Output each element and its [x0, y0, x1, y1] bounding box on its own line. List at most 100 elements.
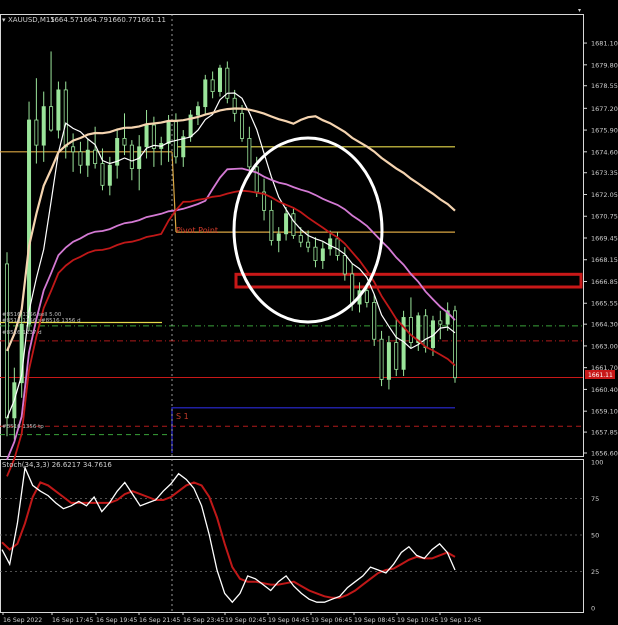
candle-body	[5, 263, 10, 419]
price-tick-label: 1659.10	[591, 408, 618, 416]
candle-body	[195, 106, 200, 116]
candle-body	[85, 149, 90, 166]
price-tick-label: 1664.30	[591, 321, 618, 329]
candle-body	[416, 315, 421, 343]
order-label-3: #8516 1237 d	[2, 330, 42, 336]
candle-body	[34, 119, 39, 146]
candle-body	[173, 121, 178, 158]
candle-body	[63, 89, 68, 148]
time-tick-label: 19 Sep 08:45	[354, 617, 395, 624]
order-label-4: #8516 1356 tp	[2, 424, 44, 430]
price-tick-label: 1660.40	[591, 386, 618, 394]
candle-body	[100, 163, 105, 186]
candle-body	[364, 290, 369, 303]
red-zone-box	[234, 272, 583, 289]
candle-body	[78, 151, 83, 166]
price-tick-label: 1674.60	[591, 148, 618, 156]
time-tick-label: 16 Sep 2022	[3, 617, 42, 624]
close-icon[interactable]: ▾	[578, 7, 581, 14]
time-tick-label: 19 Sep 04:45	[268, 617, 309, 624]
candle-body	[320, 248, 325, 261]
pivot-step	[171, 151, 177, 233]
price-tick-label: 1666.85	[591, 278, 618, 286]
stoch-level-label: 50	[591, 532, 599, 540]
candle-body	[181, 136, 186, 158]
candle-body	[306, 241, 311, 248]
candle-body	[93, 149, 98, 164]
price-tick-label: 1665.55	[591, 300, 618, 308]
candle-body	[394, 342, 399, 370]
candle-body	[379, 338, 384, 380]
candle-body	[232, 97, 237, 114]
candle-body	[291, 213, 296, 236]
candle-body	[408, 317, 413, 343]
price-tick-label: 1657.85	[591, 429, 618, 437]
candle-body	[107, 164, 112, 186]
price-tick-label: 1670.75	[591, 213, 618, 221]
candle-body	[284, 213, 289, 235]
highlight-ellipse	[232, 136, 384, 324]
price-tick-label: 1663.00	[591, 342, 618, 350]
candle-body	[217, 67, 222, 92]
stoch-level-label: 0	[591, 605, 595, 613]
candle-body	[129, 144, 134, 169]
ohlc-high: 1664.79	[79, 16, 108, 24]
candle-body	[166, 121, 171, 144]
stoch-level-label: 25	[591, 568, 599, 576]
mid-ma-line	[6, 167, 456, 461]
price-tick-label: 1669.45	[591, 234, 618, 242]
time-tick-label: 16 Sep 21:45	[139, 617, 180, 624]
candle-body	[41, 106, 46, 146]
candle-body	[27, 119, 32, 325]
candle-body	[372, 302, 377, 340]
price-tick-label: 1678.55	[591, 82, 618, 90]
header-dropdown-icon[interactable]: ▾	[2, 16, 6, 24]
candle-body	[335, 238, 340, 256]
price-tick-label: 1673.35	[591, 169, 618, 177]
candle-body	[240, 112, 245, 139]
slow-ma-line	[5, 107, 456, 352]
candle-body	[49, 106, 54, 131]
stoch-level-label: 75	[591, 495, 599, 503]
symbol-header: ▾ XAUUSD,M15 1664.57 1664.79 1660.77 166…	[2, 16, 166, 24]
candle-body	[313, 246, 318, 261]
candle-body	[71, 146, 76, 153]
candle-body	[122, 138, 127, 146]
current-price-tag: 1661.11	[585, 370, 615, 379]
ohlc-open: 1664.57	[50, 16, 79, 24]
time-tick-label: 16 Sep 23:45	[183, 617, 224, 624]
s1-line	[171, 407, 455, 453]
candle-body	[452, 310, 457, 379]
candle-body	[386, 342, 391, 380]
candle-body	[342, 255, 347, 275]
stoch-signal-line	[1, 481, 456, 599]
candle-body	[144, 124, 149, 148]
price-tick-label: 1679.80	[591, 61, 618, 69]
price-tick-label: 1668.15	[591, 256, 618, 264]
candle-body	[254, 166, 259, 193]
time-tick-label: 19 Sep 06:45	[311, 617, 352, 624]
time-tick-label: 19 Sep 10:45	[397, 617, 438, 624]
stoch-frame	[0, 459, 584, 613]
candle-body	[438, 320, 443, 325]
s1-label: S 1	[176, 412, 189, 421]
stoch-level-label: 100	[591, 459, 603, 467]
price-tick-label: 1681.10	[591, 40, 618, 48]
candle-body	[423, 315, 428, 348]
order-label-2: #8516 1356 s#8516 1356 d	[2, 318, 81, 324]
candle-body	[210, 79, 215, 92]
current-price-text: 1661.11	[588, 372, 613, 379]
candle-body	[298, 235, 303, 243]
time-axis: 16 Sep 2022 16 Sep 17:45 16 Sep 19:45 16 Se…	[2, 612, 481, 624]
time-tick-label: 19 Sep 12:45	[440, 617, 481, 624]
time-tick-label: 19 Sep 02:45	[225, 617, 266, 624]
chart-canvas: ▾ XAUUSD,M15 1664.57 1664.79 1660.77 166…	[0, 7, 618, 624]
ohlc-low: 1660.77	[108, 16, 137, 24]
stoch-main-line	[1, 465, 456, 604]
candle-body	[247, 138, 252, 168]
price-tick-label: 1656.60	[591, 450, 618, 458]
candle-body	[269, 209, 274, 241]
pivot-point-label: Pivot Point	[176, 226, 218, 235]
candle-body	[276, 233, 281, 241]
candle-body	[56, 89, 61, 131]
